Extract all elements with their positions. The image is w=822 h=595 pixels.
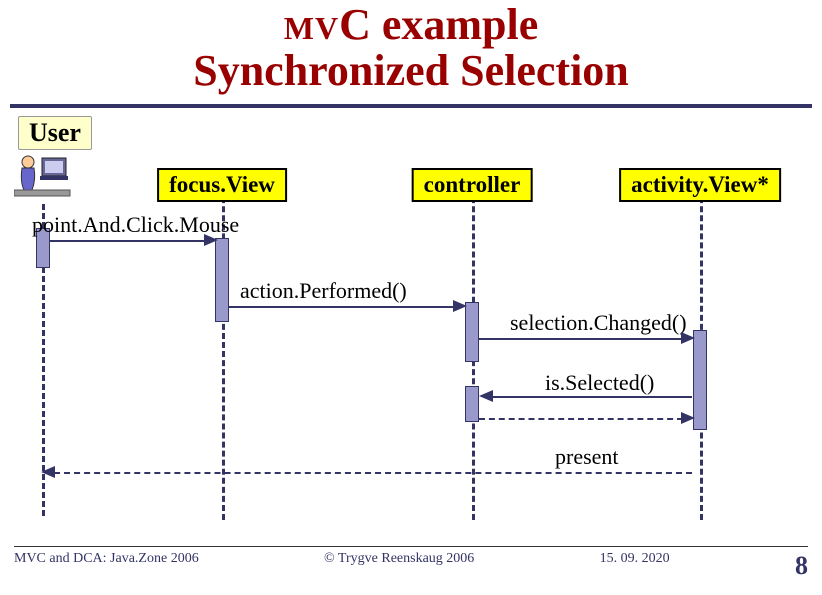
arrow-present bbox=[54, 472, 692, 474]
msg-label-selection-changed: selection.Changed() bbox=[510, 310, 687, 336]
lifeline-box-controller: controller bbox=[412, 168, 533, 202]
actor-user-label: User bbox=[18, 116, 92, 150]
slide-footer: MVC and DCA: Java.Zone 2006 © Trygve Ree… bbox=[14, 546, 808, 581]
arrow-head-selection-changed bbox=[681, 332, 695, 344]
footer-left: MVC and DCA: Java.Zone 2006 bbox=[14, 551, 199, 581]
activation-focus-view bbox=[215, 238, 229, 322]
arrow-head-is-selected bbox=[479, 390, 493, 402]
msg-label-action-performed: action.Performed() bbox=[240, 278, 407, 304]
arrow-is-selected bbox=[492, 396, 692, 398]
arrow-head-is-selected-return bbox=[681, 412, 695, 424]
activation-controller-1 bbox=[465, 302, 479, 362]
arrow-head-present bbox=[41, 466, 55, 478]
arrow-action-performed bbox=[229, 306, 455, 308]
title-rest: C example bbox=[339, 0, 538, 49]
title-subtitle: Synchronized Selection bbox=[0, 48, 822, 94]
arrow-selection-changed bbox=[479, 338, 683, 340]
title-prefix: MV bbox=[284, 10, 339, 46]
slide-title: MVC example Synchronized Selection bbox=[0, 0, 822, 94]
title-underline bbox=[10, 104, 812, 108]
lifeline-box-focus-view: focus.View bbox=[157, 168, 287, 202]
arrow-head-point-and-click bbox=[204, 234, 218, 246]
arrow-is-selected-return bbox=[479, 418, 683, 420]
activation-activity-view bbox=[693, 330, 707, 430]
msg-label-present: present bbox=[555, 444, 619, 470]
lifeline-box-activity-view: activity.View* bbox=[619, 168, 781, 202]
footer-date: 15. 09. 2020 bbox=[600, 551, 670, 581]
arrow-head-action-performed bbox=[453, 300, 467, 312]
footer-page-number: 8 bbox=[795, 551, 808, 581]
msg-label-is-selected: is.Selected() bbox=[545, 370, 654, 396]
footer-copyright: © Trygve Reenskaug 2006 bbox=[324, 551, 474, 581]
user-at-computer-icon bbox=[14, 152, 74, 202]
activation-controller-2 bbox=[465, 386, 479, 422]
arrow-point-and-click bbox=[50, 240, 206, 242]
